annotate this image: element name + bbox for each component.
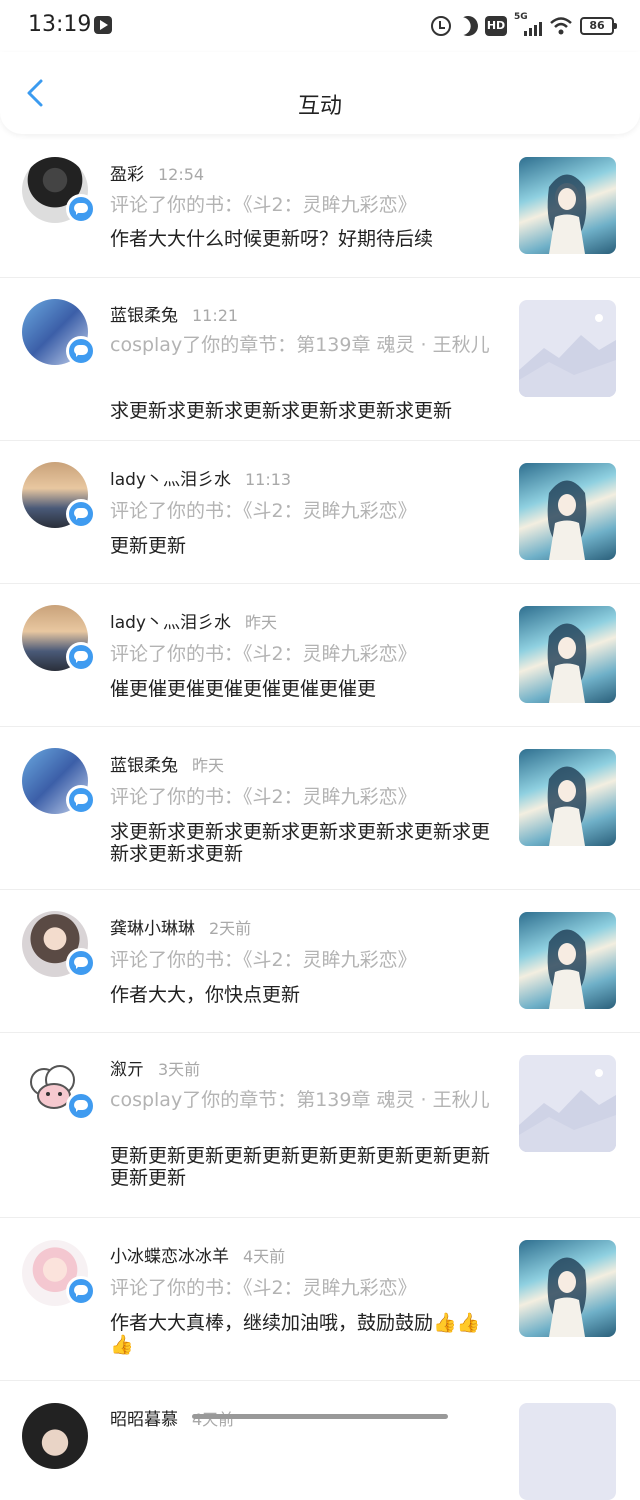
nav-bar: 互动	[0, 52, 640, 134]
action-text: 评论了你的书：《斗2：灵眸九彩恋》	[110, 949, 417, 971]
comment-badge-icon	[66, 785, 96, 815]
do-not-disturb-icon	[455, 13, 481, 39]
user-name[interactable]: lady丶灬泪彡水	[110, 470, 231, 490]
comment-badge-icon	[66, 948, 96, 978]
interaction-list: 盈彩 12:54 评论了你的书：《斗2：灵眸九彩恋》 作者大大什么时候更新呀？好期…	[0, 136, 640, 1500]
user-name[interactable]: 蓝银柔兔	[110, 756, 178, 776]
user-name-line: 盈彩 12:54	[110, 160, 204, 185]
user-name[interactable]: 小冰蝶恋冰冰羊	[110, 1247, 229, 1267]
list-item[interactable]: 小冰蝶恋冰冰羊 4天前 评论了你的书：《斗2：灵眸九彩恋》 作者大大真棒，继续加油…	[0, 1218, 640, 1381]
user-name[interactable]: 溆亓	[110, 1060, 144, 1080]
user-name-line: 龚琳小琳琳 2天前	[110, 914, 251, 939]
comment-badge-icon	[66, 642, 96, 672]
action-text: 评论了你的书：《斗2：灵眸九彩恋》	[110, 643, 417, 665]
book-cover-thumbnail[interactable]	[519, 1240, 616, 1337]
book-cover-thumbnail[interactable]	[519, 749, 616, 846]
list-item[interactable]: 蓝银柔兔 昨天 评论了你的书：《斗2：灵眸九彩恋》 求更新求更新求更新求更新求更新…	[0, 727, 640, 890]
user-name-line: lady丶灬泪彡水 昨天	[110, 608, 277, 633]
comment-badge-icon	[66, 194, 96, 224]
list-item[interactable]: 龚琳小琳琳 2天前 评论了你的书：《斗2：灵眸九彩恋》 作者大大，你快点更新	[0, 890, 640, 1033]
user-name[interactable]: lady丶灬泪彡水	[110, 613, 231, 633]
placeholder-thumbnail[interactable]	[519, 1403, 616, 1500]
comment-text: 作者大大，你快点更新	[110, 984, 301, 1006]
book-cover-thumbnail[interactable]	[519, 157, 616, 254]
list-item[interactable]: 溆亓 3天前 cosplay了你的章节：第139章 魂灵 · 王秋儿 更新更新更新…	[0, 1033, 640, 1218]
item-time: 3天前	[158, 1060, 201, 1079]
alarm-icon	[431, 16, 451, 36]
status-icons: HD 5G 86	[431, 12, 617, 39]
user-name[interactable]: 昭昭暮慕	[110, 1410, 178, 1430]
item-time: 昨天	[245, 613, 278, 632]
comment-badge-icon	[66, 336, 96, 366]
page-title: 互动	[297, 94, 342, 119]
item-time: 11:21	[192, 306, 239, 325]
comment-text: 求更新求更新求更新求更新求更新求更新	[110, 400, 453, 422]
placeholder-thumbnail[interactable]	[519, 300, 616, 397]
item-time: 昨天	[192, 756, 225, 775]
item-time: 11:13	[245, 470, 292, 489]
list-item[interactable]: lady丶灬泪彡水 昨天 评论了你的书：《斗2：灵眸九彩恋》 催更催更催更催更催更…	[0, 584, 640, 727]
list-item[interactable]: 昭昭暮慕 4天前	[0, 1381, 640, 1500]
comment-text: 求更新求更新求更新求更新求更新求更新求更新求更新求更新	[110, 821, 491, 865]
user-name-line: 溆亓 3天前	[110, 1055, 200, 1080]
list-item[interactable]: lady丶灬泪彡水 11:13 评论了你的书：《斗2：灵眸九彩恋》 更新更新	[0, 441, 640, 584]
comment-badge-icon	[66, 1276, 96, 1306]
comment-text: 作者大大什么时候更新呀？好期待后续	[110, 228, 434, 250]
status-bar: 13:19 HD 5G 86	[0, 0, 640, 52]
user-name-line: lady丶灬泪彡水 11:13	[110, 465, 291, 490]
user-name[interactable]: 盈彩	[110, 165, 144, 185]
book-cover-thumbnail[interactable]	[519, 606, 616, 703]
user-name-line: 蓝银柔兔 11:21	[110, 301, 238, 326]
placeholder-thumbnail[interactable]	[519, 1055, 616, 1152]
comment-text: 更新更新更新更新更新更新更新更新更新更新更新更新	[110, 1145, 491, 1189]
comment-text: 催更催更催更催更催更催更催更	[110, 678, 377, 700]
action-text: 评论了你的书：《斗2：灵眸九彩恋》	[110, 500, 417, 522]
app-notification-icon	[94, 16, 112, 34]
battery-icon: 86	[580, 17, 617, 35]
hd-icon: HD	[485, 16, 507, 36]
signal-icon: 5G	[514, 12, 542, 36]
user-name[interactable]: 龚琳小琳琳	[110, 919, 195, 939]
action-text: cosplay了你的章节：第139章 魂灵 · 王秋儿	[110, 334, 490, 356]
comment-text: 作者大大真棒，继续加油哦，鼓励鼓励👍👍👍	[110, 1312, 481, 1356]
home-indicator[interactable]	[192, 1414, 448, 1419]
user-name-line: 蓝银柔兔 昨天	[110, 751, 224, 776]
network-type-label: 5G	[514, 12, 528, 22]
item-time: 12:54	[158, 165, 205, 184]
item-time: 4天前	[243, 1247, 286, 1266]
book-cover-thumbnail[interactable]	[519, 463, 616, 560]
comment-badge-icon	[66, 1091, 96, 1121]
item-time: 4天前	[192, 1410, 235, 1429]
user-name[interactable]: 蓝银柔兔	[110, 306, 178, 326]
comment-text: 更新更新	[110, 535, 187, 557]
action-text: 评论了你的书：《斗2：灵眸九彩恋》	[110, 1277, 417, 1299]
action-text: cosplay了你的章节：第139章 魂灵 · 王秋儿	[110, 1089, 490, 1111]
action-text: 评论了你的书：《斗2：灵眸九彩恋》	[110, 786, 417, 808]
wifi-icon	[550, 17, 572, 35]
list-item[interactable]: 盈彩 12:54 评论了你的书：《斗2：灵眸九彩恋》 作者大大什么时候更新呀？好期…	[0, 136, 640, 278]
book-cover-thumbnail[interactable]	[519, 912, 616, 1009]
comment-badge-icon	[66, 499, 96, 529]
list-item[interactable]: 蓝银柔兔 11:21 cosplay了你的章节：第139章 魂灵 · 王秋儿 求更…	[0, 278, 640, 441]
item-time: 2天前	[209, 919, 252, 938]
status-time: 13:19	[28, 12, 92, 37]
user-name-line: 小冰蝶恋冰冰羊 4天前	[110, 1242, 285, 1267]
avatar[interactable]	[22, 1403, 88, 1469]
action-text: 评论了你的书：《斗2：灵眸九彩恋》	[110, 194, 417, 216]
